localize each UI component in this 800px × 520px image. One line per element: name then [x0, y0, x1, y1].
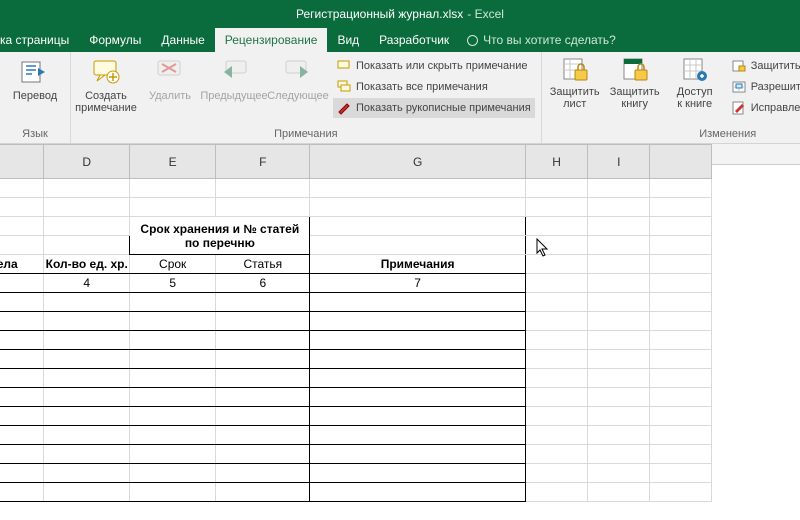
allow-edit-ranges-button[interactable]: Разрешить изменение диапазон — [728, 77, 800, 97]
group-comments: Создать примечание Удалить Предыдущее Сл… — [71, 52, 542, 143]
title-bar: Регистрационный журнал.xlsx - Excel — [0, 0, 800, 28]
next-comment-icon — [282, 56, 314, 88]
column-headers[interactable]: C D E F G H I — [0, 145, 712, 179]
prev-comment-button: Предыдущее — [205, 54, 263, 102]
col-J[interactable] — [650, 145, 712, 179]
col-G[interactable]: G — [310, 145, 525, 179]
cell-num-c[interactable]: 3 — [0, 274, 44, 293]
col-F[interactable]: F — [216, 145, 310, 179]
protect-share-icon — [732, 59, 746, 73]
cell-header-d[interactable]: Кол-во ед. хр. — [44, 255, 130, 274]
cell-num-d[interactable]: 4 — [44, 274, 130, 293]
cell-merged-header[interactable]: Срок хранения и № статей по перечню — [130, 217, 310, 255]
spreadsheet-grid[interactable]: C D E F G H I Срок хранения и № статей п… — [0, 144, 800, 520]
allow-edit-icon — [732, 80, 746, 94]
track-changes-icon — [732, 101, 746, 115]
col-H[interactable]: H — [525, 145, 587, 179]
col-C[interactable]: C — [0, 145, 44, 179]
prev-comment-icon — [218, 56, 250, 88]
show-hide-comment-icon — [337, 59, 351, 73]
cell-num-f[interactable]: 6 — [216, 274, 310, 293]
delete-comment-icon — [154, 56, 186, 88]
tab-pagelayout-partial[interactable]: ка страницы — [0, 28, 79, 52]
new-comment-icon — [90, 56, 122, 88]
tell-me-search[interactable]: Что вы хотите сделать? — [459, 28, 624, 52]
show-ink-button[interactable]: Показать рукописные примечания — [333, 98, 535, 118]
next-comment-button: Следующее — [269, 54, 327, 102]
translate-icon — [19, 56, 51, 88]
protect-sheet-icon — [561, 56, 589, 84]
col-D[interactable]: D — [44, 145, 130, 179]
tab-view[interactable]: Вид — [327, 28, 369, 52]
cell-header-c[interactable]: головок дела — [0, 255, 44, 274]
file-name: Регистрационный журнал.xlsx — [296, 7, 463, 21]
group-changes: Защитить лист Защитить книгу Доступ к кн… — [542, 52, 800, 143]
app-name: - Excel — [467, 7, 504, 21]
cell-num-g[interactable]: 7 — [310, 274, 525, 293]
lightbulb-icon — [467, 35, 478, 46]
tab-formulas[interactable]: Формулы — [79, 28, 151, 52]
translate-button[interactable]: Перевод — [6, 54, 64, 102]
cell-num-e[interactable]: 5 — [130, 274, 216, 293]
col-E[interactable]: E — [130, 145, 216, 179]
ink-icon — [337, 101, 351, 115]
cell-header-f[interactable]: Статья — [216, 255, 310, 274]
cell-header-e[interactable]: Срок — [130, 255, 216, 274]
tab-developer[interactable]: Разработчик — [369, 28, 459, 52]
share-workbook-button[interactable]: Доступ к книге — [668, 54, 722, 110]
protect-sheet-button[interactable]: Защитить лист — [548, 54, 602, 110]
ribbon: Перевод Язык Создать примечание Удалить … — [0, 52, 800, 144]
new-comment-button[interactable]: Создать примечание — [77, 54, 135, 114]
ribbon-tabs: ка страницы Формулы Данные Рецензировани… — [0, 28, 800, 52]
share-workbook-icon — [681, 56, 709, 84]
tab-data[interactable]: Данные — [151, 28, 214, 52]
protect-share-button[interactable]: Защитить книгу и дать общий до — [728, 56, 800, 76]
protect-workbook-icon — [621, 56, 649, 84]
track-changes-button[interactable]: Исправления — [728, 98, 800, 118]
show-all-comments-button[interactable]: Показать все примечания — [333, 77, 535, 97]
group-language: Перевод Язык — [0, 52, 71, 143]
protect-workbook-button[interactable]: Защитить книгу — [608, 54, 662, 110]
show-hide-comment-button[interactable]: Показать или скрыть примечание — [333, 56, 535, 76]
delete-comment-button: Удалить — [141, 54, 199, 102]
cell-header-g[interactable]: Примечания — [310, 255, 525, 274]
tab-review[interactable]: Рецензирование — [215, 28, 328, 52]
col-I[interactable]: I — [588, 145, 650, 179]
show-all-comments-icon — [337, 80, 351, 94]
